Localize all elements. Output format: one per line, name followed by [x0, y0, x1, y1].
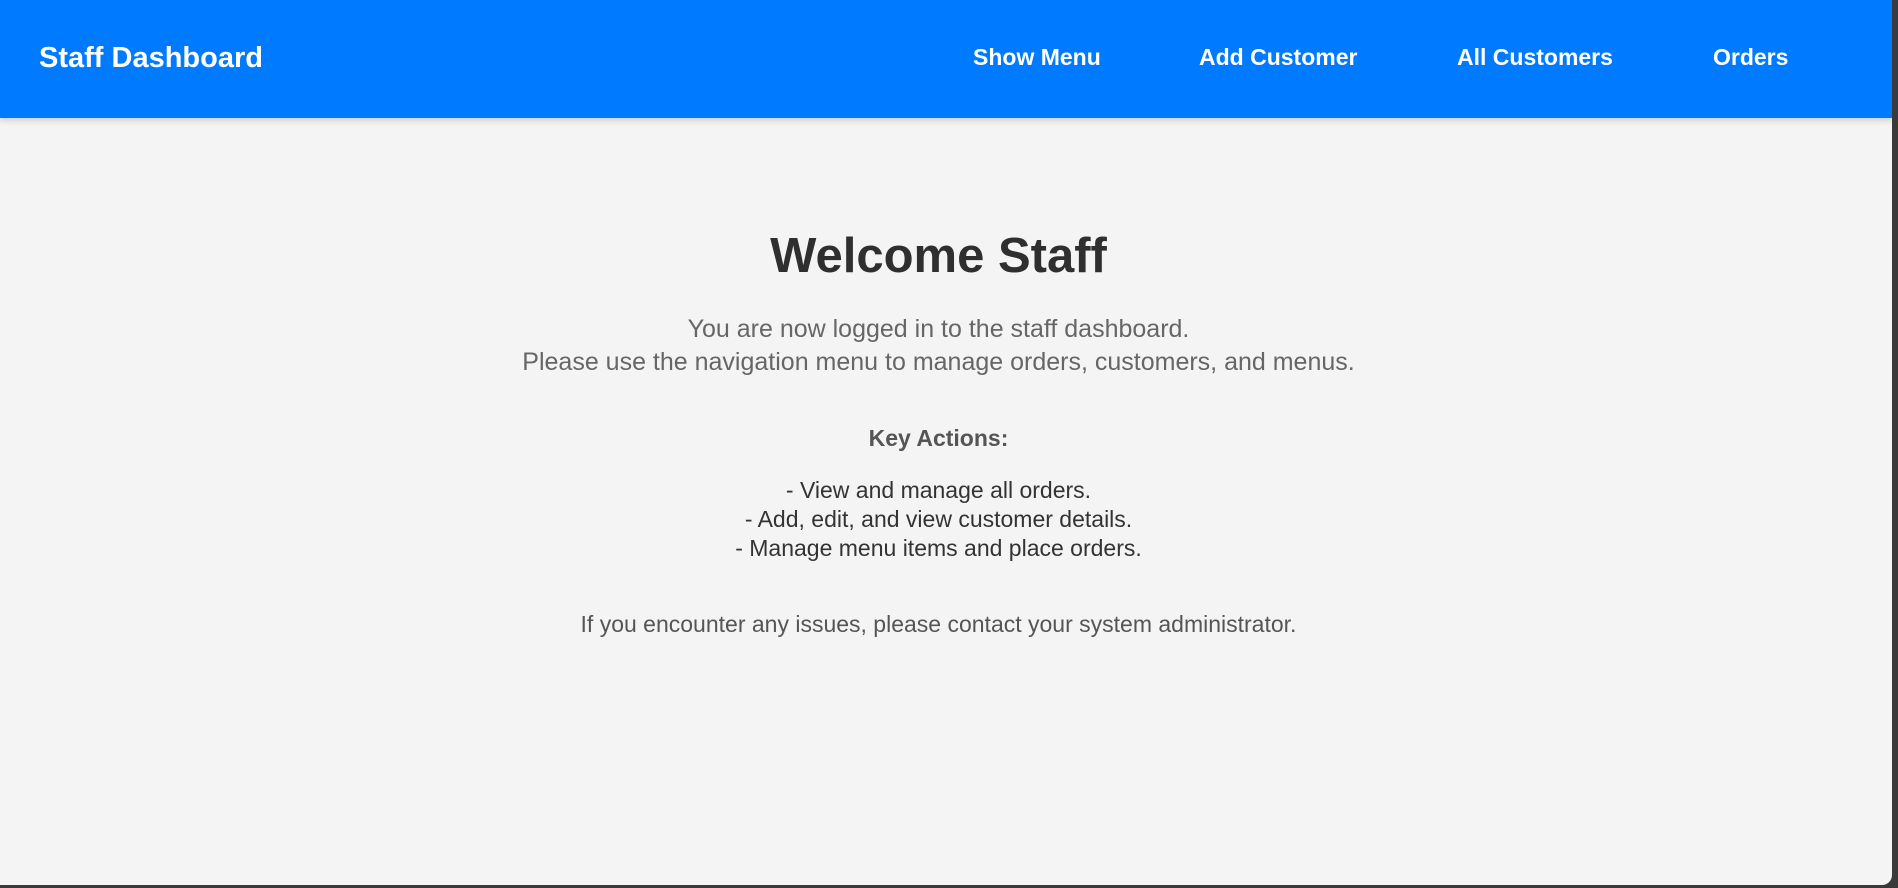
- key-actions-heading: Key Actions:: [868, 425, 1009, 451]
- nav-link-orders[interactable]: Orders: [1713, 43, 1788, 71]
- brand-title[interactable]: Staff Dashboard: [39, 40, 263, 76]
- support-note: If you encounter any issues, please cont…: [580, 611, 1297, 637]
- nav-link-show-menu[interactable]: Show Menu: [973, 43, 1101, 71]
- key-action-item: - Manage menu items and place orders.: [735, 535, 1142, 561]
- browser-viewport: Staff Dashboard Show Menu Add Customer A…: [0, 0, 1892, 885]
- nav-link-all-customers[interactable]: All Customers: [1457, 43, 1613, 71]
- nav-link-add-customer[interactable]: Add Customer: [1199, 43, 1357, 71]
- top-navbar: Staff Dashboard Show Menu Add Customer A…: [0, 0, 1892, 118]
- intro-text-line: Please use the navigation menu to manage…: [522, 348, 1355, 376]
- intro-text-line: You are now logged in to the staff dashb…: [687, 315, 1190, 343]
- key-action-item: - View and manage all orders.: [785, 477, 1092, 503]
- page-title: Welcome Staff: [770, 229, 1107, 283]
- key-action-item: - Add, edit, and view customer details.: [744, 506, 1133, 532]
